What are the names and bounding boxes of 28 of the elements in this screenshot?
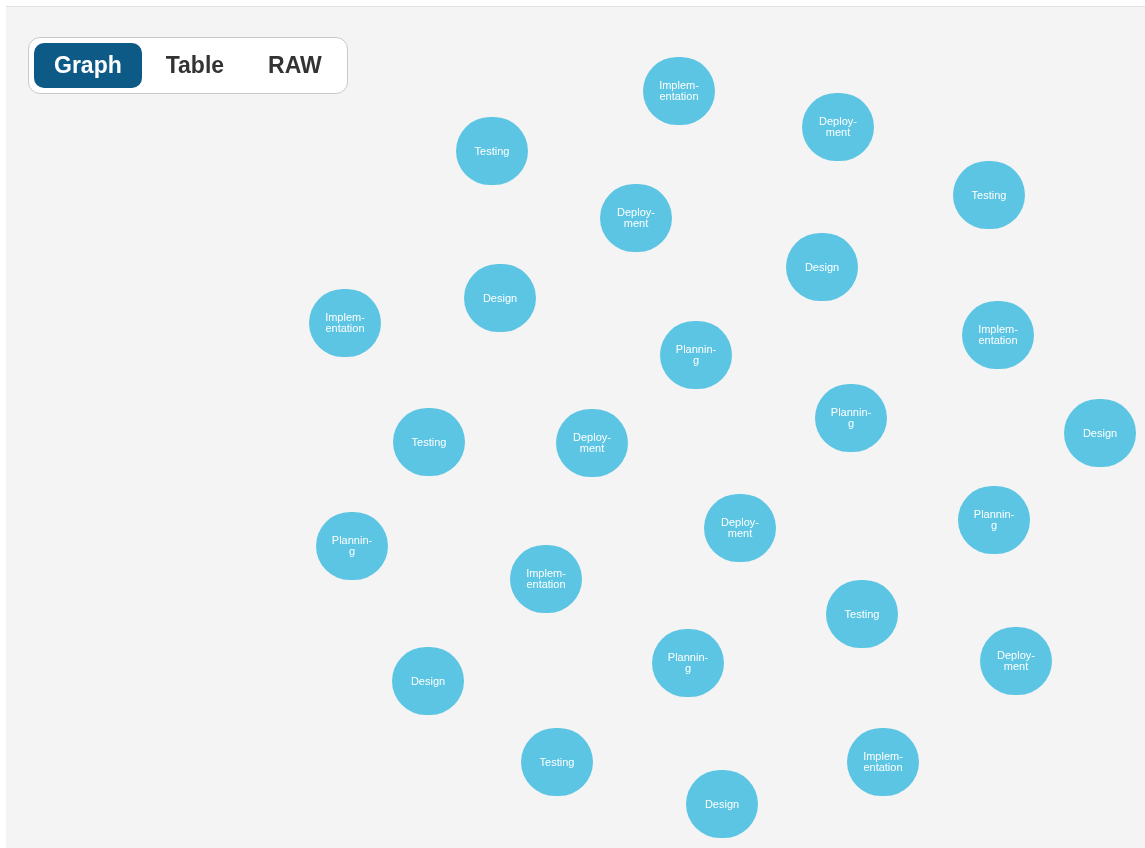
graph-node: Design (786, 233, 858, 301)
view-tab[interactable]: RAW (248, 43, 342, 88)
graph-node: Design (392, 647, 464, 715)
graph-node: Testing (953, 161, 1025, 229)
graph-node: Plannin- g (652, 629, 724, 697)
graph-node: Design (686, 770, 758, 838)
graph-node: Plannin- g (958, 486, 1030, 554)
graph-node: Deploy- ment (556, 409, 628, 477)
graph-node: Testing (826, 580, 898, 648)
graph-node: Testing (456, 117, 528, 185)
graph-node: Implem- entation (309, 289, 381, 357)
graph-node: Implem- entation (847, 728, 919, 796)
graph-node: Testing (393, 408, 465, 476)
graph-node: Deploy- ment (980, 627, 1052, 695)
view-tab[interactable]: Table (145, 43, 245, 88)
graph-node: Design (1064, 399, 1136, 467)
graph-node: Implem- entation (962, 301, 1034, 369)
graph-node: Deploy- ment (600, 184, 672, 252)
graph-node: Deploy- ment (802, 93, 874, 161)
graph-node: Testing (521, 728, 593, 796)
graph-node: Plannin- g (815, 384, 887, 452)
graph-node: Design (464, 264, 536, 332)
view-tab[interactable]: Graph (34, 43, 142, 88)
graph-node: Implem- entation (643, 57, 715, 125)
graph-node: Implem- entation (510, 545, 582, 613)
graph-node: Plannin- g (316, 512, 388, 580)
graph-node: Plannin- g (660, 321, 732, 389)
graph-node: Deploy- ment (704, 494, 776, 562)
